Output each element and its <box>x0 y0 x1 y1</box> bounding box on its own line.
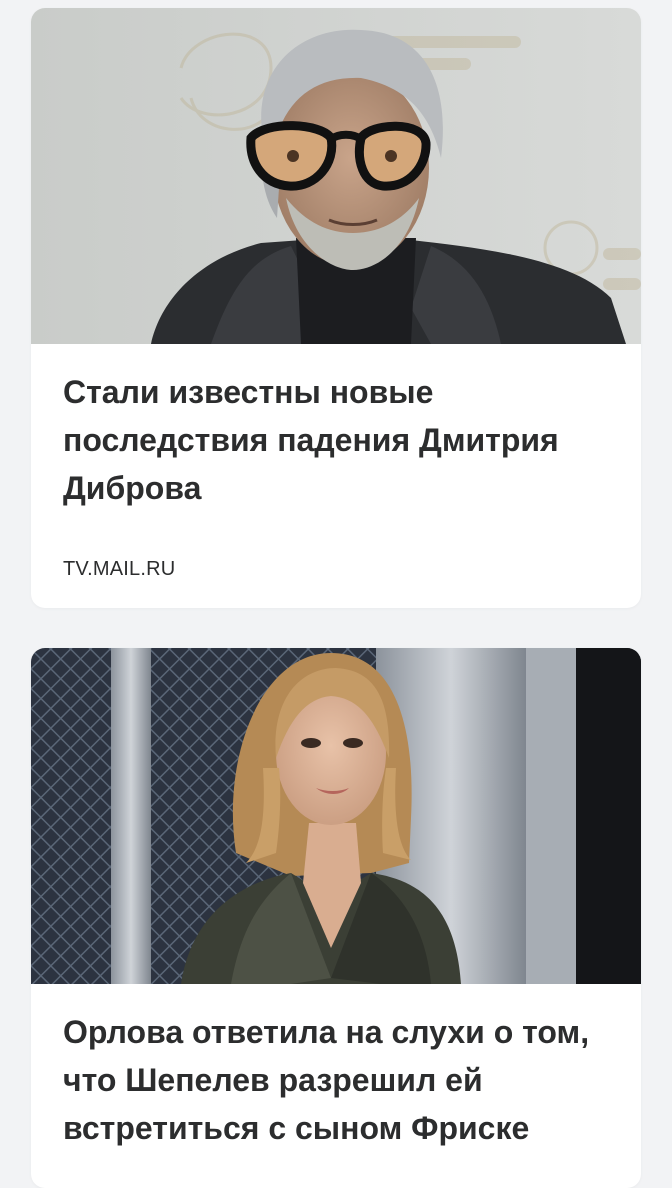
news-photo[interactable] <box>31 648 641 984</box>
headline[interactable]: Стали известны новые последствия падения… <box>63 368 601 512</box>
source-label: TV.MAIL.RU <box>63 558 176 580</box>
news-photo[interactable] <box>31 8 641 344</box>
news-card[interactable]: Стали известны новые последствия падения… <box>31 8 641 608</box>
headline[interactable]: Орлова ответила на слухи о том, что Шепе… <box>63 1008 601 1152</box>
news-card[interactable]: Орлова ответила на слухи о том, что Шепе… <box>31 648 641 1188</box>
news-feed: Стали известны новые последствия падения… <box>0 0 672 1188</box>
